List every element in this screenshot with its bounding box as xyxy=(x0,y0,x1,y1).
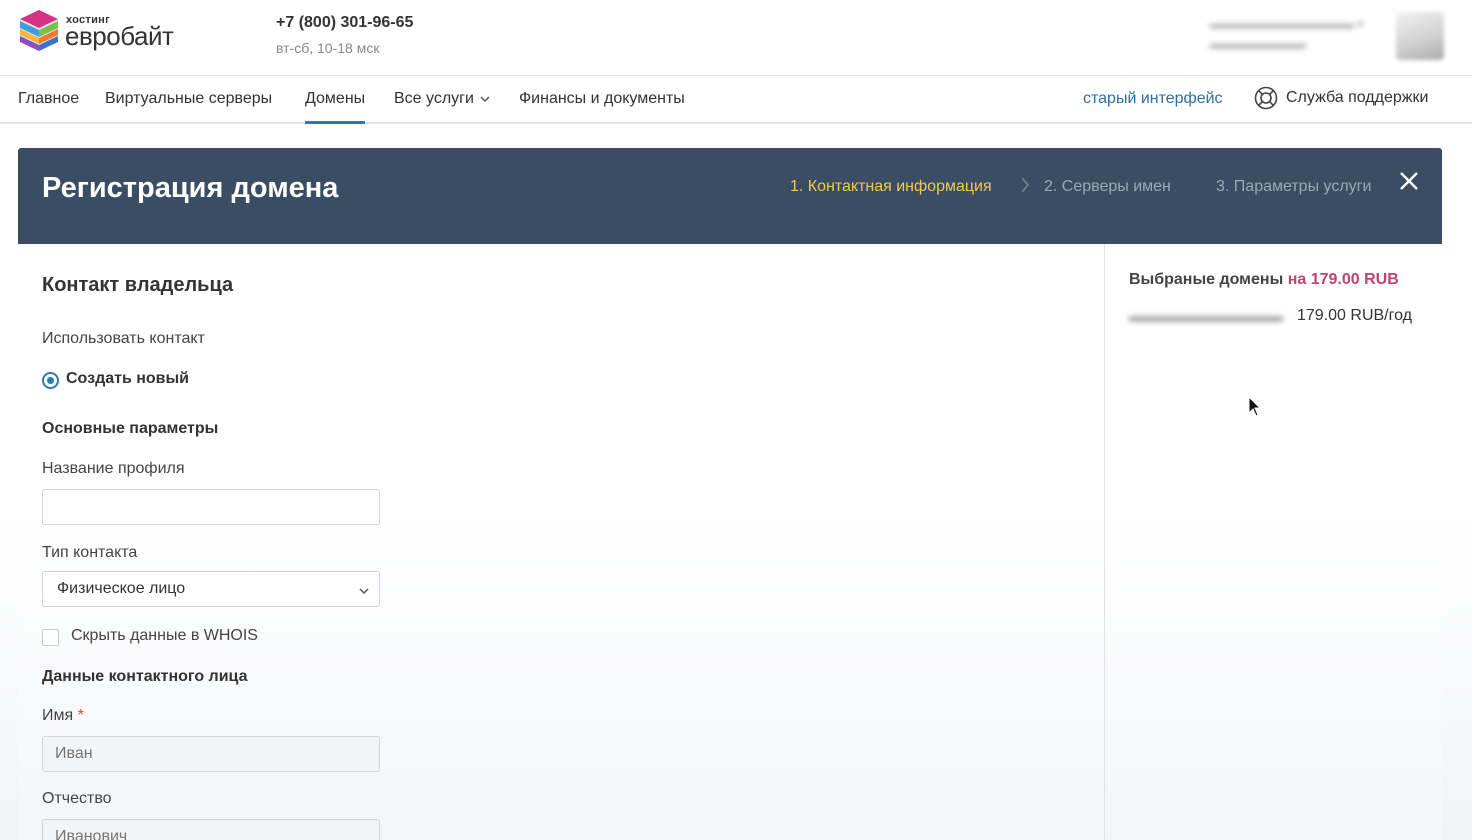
patronymic-label: Отчество xyxy=(42,790,112,807)
contact-type-label: Тип контакта xyxy=(42,544,138,561)
profile-name-label: Название профиля xyxy=(42,460,185,477)
contact-person-heading: Данные контактного лица xyxy=(42,668,248,685)
step-service-params[interactable]: 3. Параметры услуги xyxy=(1216,178,1371,196)
hide-whois-label[interactable]: Скрыть данные в WHOIS xyxy=(71,627,258,645)
selected-domains-total: на 179.00 RUB xyxy=(1287,271,1399,288)
top-header: хостинг евробайт +7 (800) 301-96-65 вт-с… xyxy=(0,0,1472,76)
step-name-servers[interactable]: 2. Серверы имен xyxy=(1044,178,1171,196)
logo[interactable]: хостинг евробайт xyxy=(16,8,186,56)
chevron-right-icon xyxy=(1020,176,1030,199)
use-contact-label: Использовать контакт xyxy=(42,330,205,347)
hide-whois-checkbox[interactable] xyxy=(42,629,59,646)
nav-item-all-services[interactable]: Все услуги xyxy=(394,90,490,124)
section-title-owner: Контакт владельца xyxy=(42,274,234,296)
main-nav: Главное Виртуальные серверы Домены Все у… xyxy=(0,76,1472,124)
domain-name-blurred: ▬▬▬▬▬▬▬▬▬▬▬ xyxy=(1129,308,1283,324)
nav-item-virtual-servers[interactable]: Виртуальные серверы xyxy=(105,90,272,124)
logo-brand-text: евробайт xyxy=(65,21,174,51)
account-info-blurred[interactable]: ▬▬▬▬▬▬▬▬▬▬▬▬ ▾ ▬▬▬▬▬▬▬▬ xyxy=(1210,14,1380,56)
support-hours: вт-сб, 10-18 мск xyxy=(276,40,380,56)
first-name-label: Имя * xyxy=(42,707,84,725)
selected-domains-title: Выбраные домены на 179.00 RUB xyxy=(1129,271,1399,289)
nav-item-domains[interactable]: Домены xyxy=(305,90,366,124)
selected-domains-label: Выбраные домены xyxy=(1129,271,1284,288)
chevron-down-icon xyxy=(359,582,369,600)
required-mark: * xyxy=(77,707,84,724)
avatar[interactable] xyxy=(1396,12,1444,60)
contact-form: Контакт владельца Использовать контакт С… xyxy=(18,244,1104,840)
patronymic-input[interactable] xyxy=(42,819,380,840)
mouse-pointer-icon xyxy=(1248,395,1262,423)
modal-header: Регистрация домена 1. Контактная информа… xyxy=(18,148,1442,244)
create-new-radio-label[interactable]: Создать новый xyxy=(66,370,189,388)
logo-cube-icon xyxy=(20,10,58,51)
selected-domains-panel: Выбраные домены на 179.00 RUB ▬▬▬▬▬▬▬▬▬▬… xyxy=(1104,244,1442,840)
first-name-label-text: Имя xyxy=(42,707,74,724)
step-contact-info[interactable]: 1. Контактная информация xyxy=(790,178,992,196)
contact-type-value: Физическое лицо xyxy=(57,580,186,597)
nav-item-main[interactable]: Главное xyxy=(18,90,79,124)
contact-type-select[interactable]: Физическое лицо xyxy=(42,571,380,607)
page-title: Регистрация домена xyxy=(42,172,339,204)
modal-body: Контакт владельца Использовать контакт С… xyxy=(18,244,1442,840)
create-new-radio[interactable] xyxy=(42,372,59,389)
close-icon[interactable] xyxy=(1394,166,1424,196)
lifebuoy-icon xyxy=(1254,86,1278,110)
nav-item-all-services-label: Все услуги xyxy=(394,90,474,107)
nav-item-finance[interactable]: Финансы и документы xyxy=(519,90,685,124)
support-phone[interactable]: +7 (800) 301-96-65 xyxy=(276,14,413,32)
support-link[interactable]: Служба поддержки xyxy=(1254,86,1428,110)
old-interface-link[interactable]: старый интерфейс xyxy=(1083,90,1223,108)
support-link-label: Служба поддержки xyxy=(1286,89,1429,106)
basic-params-heading: Основные параметры xyxy=(42,420,219,437)
domain-price: 179.00 RUB/год xyxy=(1297,307,1412,324)
first-name-input[interactable] xyxy=(42,736,380,772)
profile-name-input[interactable] xyxy=(42,489,380,525)
chevron-down-icon xyxy=(480,94,490,106)
